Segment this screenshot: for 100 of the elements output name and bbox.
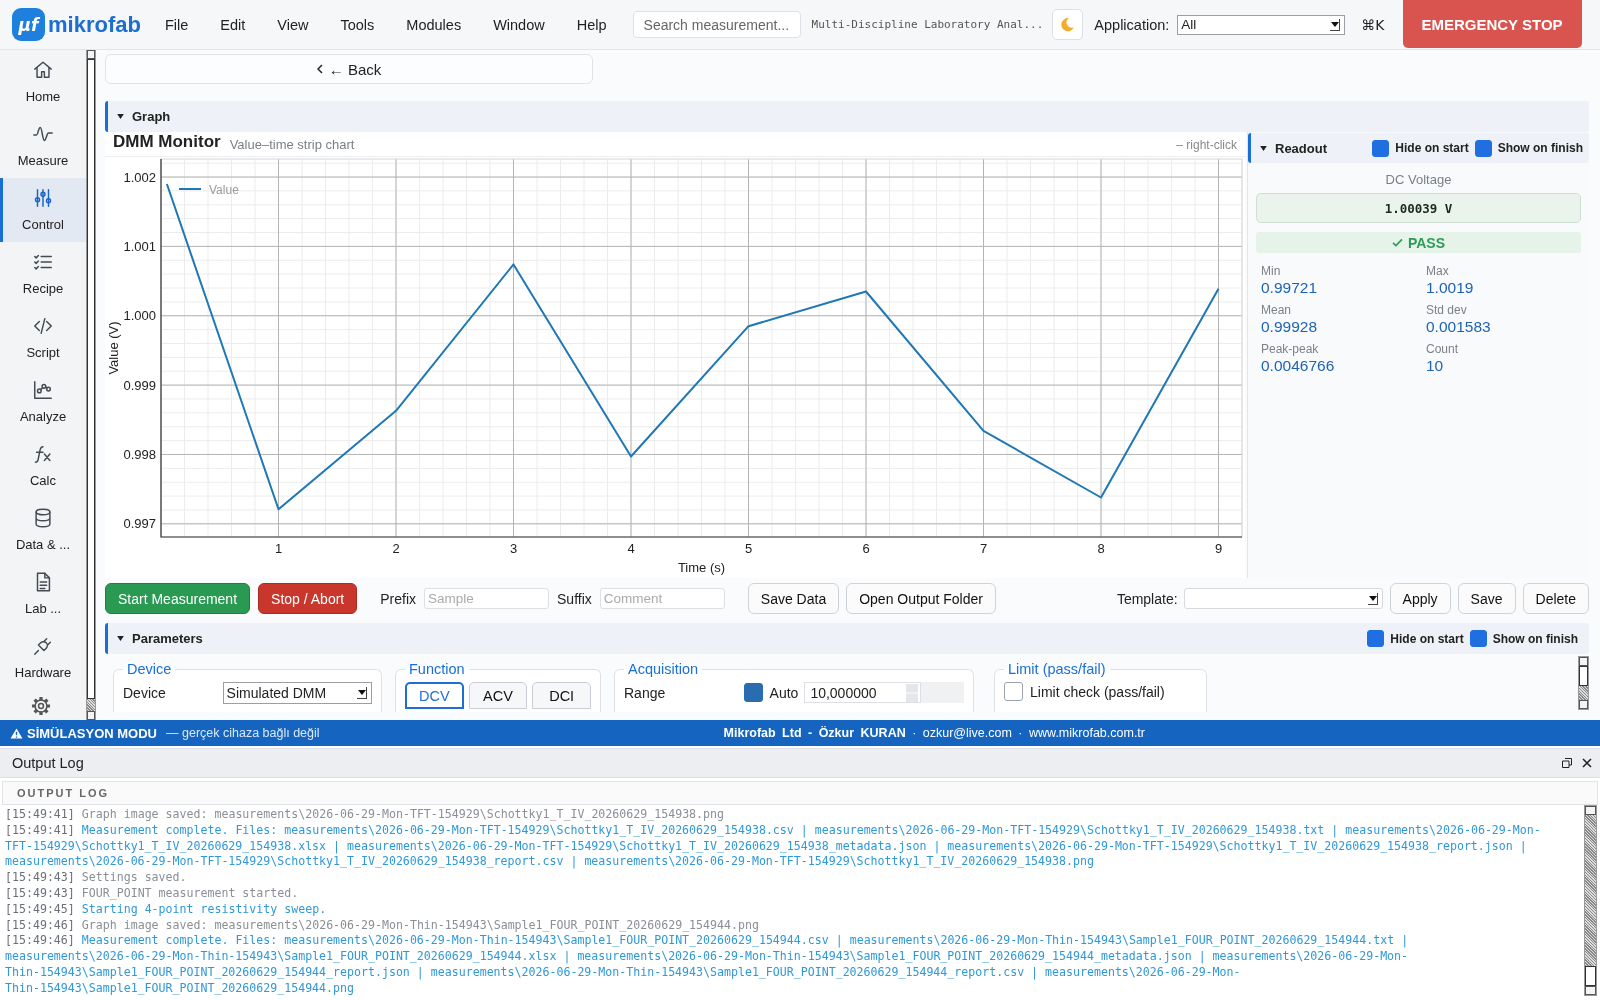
chart-subtitle: Value–time strip chart xyxy=(229,137,355,152)
axis-tick-label: 1.002 xyxy=(123,169,156,185)
sidebar-item[interactable]: Data & ... xyxy=(0,498,86,562)
log-entry: [15:49:41] Measurement complete. Files: measurements\2026-06-29-Mon-TFT-154929\Schottky1_T_IV_20260629_154938.csv | measurements\2026-06-29-Mon-TFT-154929\Schottky1_T_IV_20260629_154938.txt | measurements\2026-06-29-Mon-TFT-154929\Schottky1_T_IV_20260629_154938.xlsx | measurements\2026-06-29-Mon-TFT-154929\Schottky1_T_IV_20260629_154938_metadata.json | measurements\2026-06-29-Mon-TFT-154929\Schottky1_T_IV_20260629_154938_report.json | measurements\2026-06-29-Mon-TFT-154929\Schottky1_T_IV_20260629_154938_report.csv | measurements\2026-06-29-Mon-TFT-154929\Schottky1_T_IV_20260629_154938.png xyxy=(5,822,1542,871)
log-entry: [15:49:43] FOUR_POINT measurement started. xyxy=(5,886,300,902)
log-heading: OUTPUT LOG xyxy=(2,781,1598,805)
mode-note: — gerçek cihaza bağlı değil xyxy=(166,726,320,740)
back-button[interactable]: ← Back xyxy=(105,54,593,84)
checkbox[interactable] xyxy=(1469,630,1487,647)
check-icon xyxy=(1391,238,1403,247)
restore-icon[interactable] xyxy=(1562,758,1572,768)
scrollbar[interactable] xyxy=(86,50,96,720)
stat-value: 0.99721 xyxy=(1261,278,1319,297)
sliders-icon xyxy=(32,187,54,209)
log-entry: [15:49:46] Graph image saved: measurements\2026-06-29-Mon-Thin-154943\Sample1_FOUR_POINT_20260629_154944.png xyxy=(5,917,760,934)
stop-button[interactable]: Stop / Abort xyxy=(258,583,358,614)
settings-icon[interactable] xyxy=(31,696,51,716)
chevron-left-icon xyxy=(316,64,323,74)
warning-icon xyxy=(10,727,23,739)
checkbox[interactable] xyxy=(1004,682,1023,701)
menu-item[interactable]: View xyxy=(267,12,319,37)
checkbox[interactable] xyxy=(743,683,763,702)
scrollbar[interactable] xyxy=(1578,656,1589,710)
disabled-field xyxy=(921,682,964,703)
log-entry: [15:49:45] Starting 4-point resistivity sweep. xyxy=(5,901,328,918)
search-field[interactable]: Search measurement... xyxy=(632,11,801,38)
sidebar-item[interactable]: Lab ... xyxy=(0,562,86,626)
axis-tick-label: 5 xyxy=(744,541,753,556)
axis-tick-label: 1.000 xyxy=(123,308,156,324)
chart-icon xyxy=(32,379,54,401)
field-label: Application: xyxy=(1094,16,1170,33)
menu-item[interactable]: File xyxy=(154,12,199,37)
menu-item[interactable]: Help xyxy=(566,12,617,37)
field-label: Prefix xyxy=(380,590,417,607)
axis-title: Time (s) xyxy=(677,560,726,575)
logo-mark: µf xyxy=(12,8,45,41)
template-button[interactable]: Delete xyxy=(1522,583,1589,614)
start-button[interactable]: Start Measurement xyxy=(105,583,251,614)
code-icon xyxy=(32,315,54,337)
sidebar-item[interactable]: Calc xyxy=(0,434,86,498)
field-label: Suffix xyxy=(557,590,592,607)
chart-title: DMM Monitor xyxy=(113,132,221,152)
log-entry: [15:49:46] Measurement complete. Files: measurements\2026-06-29-Mon-Thin-154943\Sample1_FOUR_POINT_20260629_154944.csv | measurements\2026-06-29-Mon-Thin-154943\Sample1_FOUR_POINT_20260629_154944.txt | measurements\2026-06-29-Mon-Thin-154943\Sample1_FOUR_POINT_20260629_154944.xlsx | measurements\2026-06-29-Mon-Thin-154943\Sample1_FOUR_POINT_20260629_154944_metadata.json | measurements\2026-06-29-Mon-Thin-154943\Sample1_FOUR_POINT_20260629_154944_report.json | measurements\2026-06-29-Mon-Thin-154943\Sample1_FOUR_POINT_20260629_154944_report.csv | measurements\2026-06-29-Mon-Thin-154943\Sample1_FOUR_POINT_20260629_154944.png xyxy=(5,933,1410,997)
stat-value: 0.99928 xyxy=(1261,317,1319,336)
section-title: Parameters xyxy=(132,631,203,646)
checkbox[interactable] xyxy=(1372,139,1390,157)
menu-item[interactable]: Tools xyxy=(330,12,385,37)
section-header[interactable]: Parameters Hide on start Show on finish xyxy=(105,623,1589,654)
range-spinbox[interactable]: 10,000000 xyxy=(804,682,922,703)
verdict-banner: PASS xyxy=(1256,232,1581,253)
group-title: Limit (pass/fail) xyxy=(1007,661,1107,677)
function-tab[interactable]: DCI xyxy=(532,682,591,709)
axis-tick-label: 7 xyxy=(979,541,988,556)
menu-item[interactable]: Window xyxy=(483,12,555,37)
sidebar-item[interactable]: Measure xyxy=(0,114,86,178)
sidebar-item[interactable]: Control xyxy=(0,178,86,242)
theme-toggle-button[interactable] xyxy=(1052,9,1084,40)
function-tab[interactable]: DCV xyxy=(405,682,464,709)
sidebar-item[interactable]: Script xyxy=(0,306,86,370)
device-select[interactable]: Simulated DMM xyxy=(222,682,372,704)
open-folder-button[interactable]: Open Output Folder xyxy=(846,583,996,614)
sidebar-item[interactable]: Recipe xyxy=(0,242,86,306)
lab-title: Multi-Discipline Laboratory Anal... xyxy=(811,18,1044,31)
section-header[interactable]: Graph xyxy=(105,101,1589,132)
panel-header[interactable]: Readout Hide on start Show on finish xyxy=(1248,133,1589,163)
checkbox[interactable] xyxy=(1367,630,1385,647)
credits-text: Mikrofab Ltd - Özkur KURAN · ozkur@live.com · www.mikrofab.com.tr xyxy=(723,726,1145,740)
template-button[interactable]: Apply xyxy=(1389,583,1451,614)
stat-value: 1.0019 xyxy=(1426,278,1475,297)
legend-line-icon xyxy=(178,188,202,190)
axis-tick-label: 8 xyxy=(1097,541,1105,556)
checkbox-label: Show on finish xyxy=(1492,631,1578,646)
axis-tick-label: 1 xyxy=(274,541,283,556)
checkbox[interactable] xyxy=(1474,139,1492,157)
menu-item[interactable]: Modules xyxy=(396,12,472,37)
sidebar-item[interactable]: Hardware xyxy=(0,626,86,690)
mode-label: SİMÜLASYON MODU xyxy=(27,725,157,741)
template-button[interactable]: Save xyxy=(1457,583,1516,614)
panel-title: Output Log xyxy=(12,755,84,771)
save-data-button[interactable]: Save Data xyxy=(747,583,840,614)
stat-label: Std dev xyxy=(1426,303,1468,317)
axis-tick-label: 2 xyxy=(392,541,400,556)
suffix-field[interactable]: Comment xyxy=(599,588,725,609)
function-tab[interactable]: ACV xyxy=(468,682,528,709)
application-select[interactable]: All xyxy=(1177,14,1346,35)
caret-icon xyxy=(1367,592,1378,605)
emergency-stop-button[interactable]: EMERGENCY STOP xyxy=(1402,0,1582,48)
group-title: Function xyxy=(408,661,466,677)
menu-item[interactable]: Edit xyxy=(210,12,256,37)
legend-label: Value xyxy=(209,182,239,197)
reading-display: 1.00039 V xyxy=(1256,193,1581,223)
sidebar-item[interactable]: Home xyxy=(0,50,86,114)
close-icon[interactable] xyxy=(1582,758,1592,768)
field-label: Device xyxy=(123,685,167,701)
axis-tick-label: 6 xyxy=(862,541,870,556)
prefix-field[interactable]: Sample xyxy=(424,588,550,609)
quantity-label: DC Voltage xyxy=(1384,172,1453,187)
scrollbar[interactable] xyxy=(1584,805,1597,996)
database-icon xyxy=(32,507,54,529)
sidebar-item[interactable]: Analyze xyxy=(0,370,86,434)
